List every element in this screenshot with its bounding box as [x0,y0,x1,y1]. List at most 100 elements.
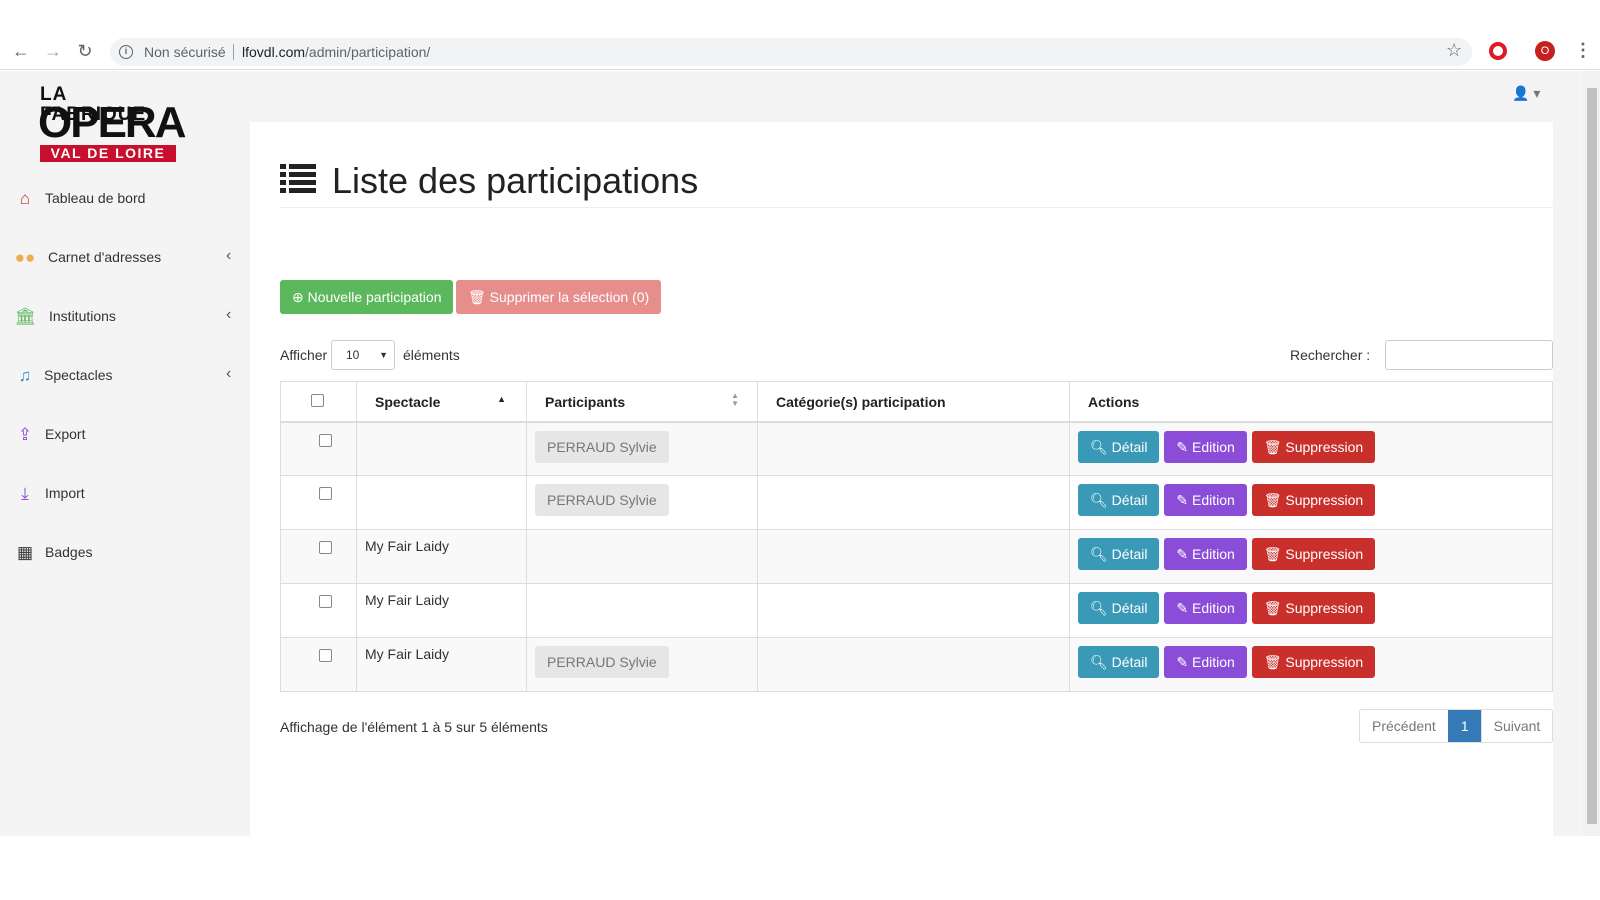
delete-button[interactable]: 🗑 Suppression [1251,646,1376,678]
logo[interactable]: LA FABRIQUE OPERA VAL DE LOIRE [38,85,186,165]
logo-line-2: OPERA [38,98,186,147]
participant-chip[interactable]: PERRAUD Sylvie [535,646,669,678]
music-icon: ♫ [18,366,32,385]
column-label: Participants [545,394,626,410]
sidebar-item-label: Spectacles [44,367,113,383]
actions-cell: 🔍︎ Détail ✎ Edition 🗑 Suppression [1069,421,1553,476]
sidebar-item-badges[interactable]: ▦ Badges [0,533,250,573]
column-spectacle[interactable]: Spectacle ▲ [356,381,527,423]
sort-asc-icon: ▲ [497,394,506,404]
trash-icon: 🗑 [1263,654,1282,670]
detail-button[interactable]: 🔍︎ Détail [1078,592,1160,624]
forward-arrow-icon[interactable]: → [42,40,64,62]
column-participants[interactable]: Participants ▲ ▼ [526,381,758,423]
sidebar-item-label: Export [45,426,86,442]
edit-label: Edition [1191,546,1235,562]
page-length-select[interactable]: 10 ▼ [331,340,395,370]
search-icon: 🔍︎ [1090,438,1108,455]
delete-label: Suppression [1285,600,1364,616]
categories-cell [757,583,1070,638]
row-checkbox[interactable] [319,649,332,662]
detail-button[interactable]: 🔍︎ Détail [1078,538,1160,570]
edit-button[interactable]: ✎ Edition [1164,538,1247,570]
row-select-cell [280,583,357,638]
categories-cell [757,421,1070,476]
column-label: Catégorie(s) participation [776,394,946,410]
user-menu-icon[interactable]: 👤 ▾ [1512,85,1540,102]
sidebar-item-tableau-de-bord[interactable]: ⌂ Tableau de bord [0,179,250,219]
scrollbar-thumb[interactable] [1587,88,1597,824]
sidebar-item-spectacles[interactable]: ♫ Spectacles ‹ [0,356,250,396]
detail-button[interactable]: 🔍︎ Détail [1078,646,1160,678]
page-1-button[interactable]: 1 [1447,710,1482,742]
delete-selection-button[interactable]: 🗑 Supprimer la sélection (0) [456,280,662,314]
delete-button[interactable]: 🗑 Suppression [1251,484,1376,516]
edit-label: Edition [1191,600,1235,616]
row-checkbox[interactable] [319,595,332,608]
detail-button[interactable]: 🔍︎ Détail [1078,430,1160,463]
edit-button[interactable]: ✎ Edition [1164,592,1247,624]
admin-app: LA FABRIQUE OPERA VAL DE LOIRE ⌂ Tableau… [0,71,1600,836]
column-categories: Catégorie(s) participation [757,381,1070,423]
table-header-row: Spectacle ▲ Participants ▲ ▼ Catégorie(s) p… [280,381,1553,423]
length-prefix: Afficher [280,347,328,363]
trash-icon: 🗑 [1263,546,1282,562]
sidebar-item-import[interactable]: ⤓ Import [0,474,250,514]
back-arrow-icon[interactable]: ← [10,40,32,62]
upload-icon: ⇪ [17,425,33,444]
page-header: Liste des participations [280,158,1553,208]
delete-label: Suppression [1285,546,1364,562]
edit-button[interactable]: ✎ Edition [1164,430,1247,463]
column-label: Spectacle [375,394,441,410]
delete-selection-label: Supprimer la sélection (0) [489,289,650,305]
edit-button[interactable]: ✎ Edition [1164,646,1247,678]
row-checkbox[interactable] [319,433,332,447]
row-select-cell [280,529,357,584]
delete-button[interactable]: 🗑 Suppression [1251,592,1376,624]
spectacle-cell: My Fair Laidy [356,529,527,584]
delete-label: Suppression [1285,492,1364,508]
detail-label: Détail [1111,492,1148,508]
pencil-icon: ✎ [1176,546,1189,562]
security-label: Non sécurisé [144,44,226,60]
th-large-icon: ▦ [16,543,34,562]
column-label: Actions [1088,394,1140,410]
page-scrollbar[interactable] [1583,71,1600,836]
opera-extension-icon[interactable] [1489,42,1507,60]
download-icon: ⤓ [21,484,29,503]
select-all-checkbox[interactable] [311,394,324,407]
actions-cell: 🔍︎ Détail ✎ Edition 🗑 Suppression [1069,637,1553,692]
edit-label: Edition [1191,654,1235,670]
search-input[interactable] [1385,340,1553,370]
info-icon[interactable]: i [119,45,133,59]
bookmark-star-icon[interactable]: ☆ [1446,40,1462,61]
detail-label: Détail [1111,600,1148,616]
sidebar-item-carnet-d-adresses[interactable]: ●● Carnet d'adresses ‹ [0,238,250,278]
sidebar-item-label: Institutions [49,308,116,324]
edit-button[interactable]: ✎ Edition [1164,484,1247,516]
participant-chip[interactable]: PERRAUD Sylvie [535,430,669,463]
participant-chip[interactable]: PERRAUD Sylvie [535,484,669,516]
sidebar-item-institutions[interactable]: 🏛 Institutions ‹ [0,297,250,337]
profile-avatar[interactable]: O [1535,41,1555,61]
previous-page-button[interactable]: Précédent [1360,710,1448,742]
chevron-left-icon: ‹ [226,306,232,323]
reload-icon[interactable]: ↻ [74,40,96,62]
delete-button[interactable]: 🗑 Suppression [1251,430,1376,463]
row-checkbox[interactable] [319,541,332,554]
delete-button[interactable]: 🗑 Suppression [1251,538,1376,570]
detail-label: Détail [1111,438,1148,455]
new-participation-button[interactable]: ⊕ Nouvelle participation [280,280,454,314]
browser-menu-icon[interactable]: ⋮ [1574,40,1592,61]
next-page-button[interactable]: Suivant [1482,710,1553,742]
sort-icon: ▲ ▼ [731,391,739,408]
address-bar[interactable]: i Non sécurisé lfovdl.com/admin/particip… [110,38,1472,66]
new-participation-label: Nouvelle participation [307,289,442,305]
url-text[interactable]: lfovdl.com/admin/participation/ [242,44,430,60]
search-icon: 🔍︎ [1090,492,1108,508]
trash-icon: 🗑 [1263,438,1282,455]
main-content: Liste des participations ⊕ Nouvelle part… [250,122,1554,836]
row-checkbox[interactable] [319,487,332,500]
sidebar-item-export[interactable]: ⇪ Export [0,415,250,455]
detail-button[interactable]: 🔍︎ Détail [1078,484,1160,516]
